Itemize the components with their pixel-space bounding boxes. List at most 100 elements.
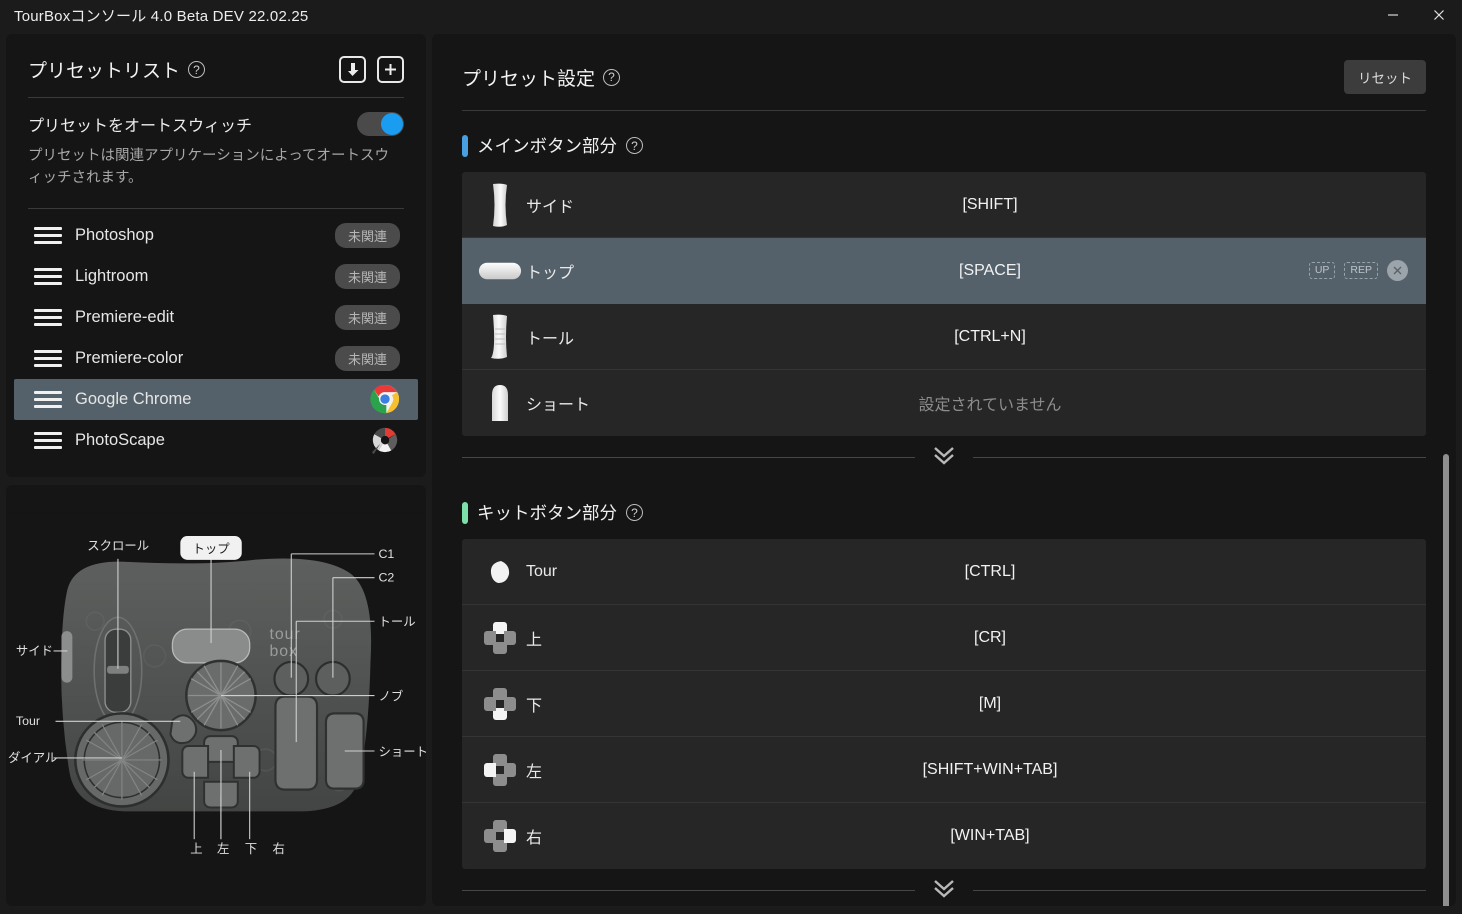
drag-handle-icon[interactable] xyxy=(34,390,62,409)
button-config-row[interactable]: 上 [CR] xyxy=(462,605,1426,671)
preset-list-item[interactable]: Premiere-edit 未関連 xyxy=(14,297,418,338)
label-side: サイド xyxy=(16,644,53,658)
button-binding-value[interactable]: [SPACE] xyxy=(572,262,1408,280)
dpad-down-icon xyxy=(484,687,516,720)
dpad-left-icon xyxy=(484,753,516,786)
label-tour: Tour xyxy=(16,714,40,728)
section-accent-bar xyxy=(462,501,468,524)
label-down: 下 xyxy=(245,842,257,856)
dpad-up-icon xyxy=(484,621,516,654)
preset-list-item[interactable]: Lightroom 未関連 xyxy=(14,256,418,297)
status-badge: 未関連 xyxy=(334,222,400,248)
help-icon[interactable]: ? xyxy=(626,504,643,521)
settings-divider xyxy=(462,110,1426,111)
autoswitch-toggle[interactable] xyxy=(357,112,404,136)
drag-handle-icon[interactable] xyxy=(34,431,62,450)
right-column: プリセット設定 ? リセット メインボタン部分 ? サイド [SHIFT] トッ… xyxy=(432,30,1462,914)
vertical-scrollbar[interactable] xyxy=(1443,454,1449,906)
tourbox-device-diagram: tour box スクロール C1 C2 サイド ノブ Tour トール ショー… xyxy=(6,512,426,879)
minimize-button[interactable] xyxy=(1370,0,1416,30)
drag-handle-icon[interactable] xyxy=(34,308,62,327)
import-preset-icon[interactable] xyxy=(339,56,366,83)
drag-handle-icon[interactable] xyxy=(34,349,62,368)
preset-list-panel: プリセットリスト ? プリセットをオートスウィッチ プリセットは関連アプリケーシ… xyxy=(6,34,426,477)
side-button-icon xyxy=(478,182,522,228)
device-side-button[interactable] xyxy=(61,631,73,683)
button-config-row[interactable]: 下 [M] xyxy=(462,671,1426,737)
preset-item-label: Premiere-edit xyxy=(75,307,175,326)
modifier-badge-rep[interactable]: REP xyxy=(1344,261,1378,280)
top-button-icon xyxy=(478,262,522,279)
tall-button-icon xyxy=(491,314,507,359)
dpad-right-icon xyxy=(484,820,516,852)
button-binding-value[interactable]: [SHIFT] xyxy=(572,196,1408,214)
device-dial[interactable] xyxy=(74,712,170,808)
button-config-row[interactable]: Tour [CTRL] xyxy=(462,539,1426,605)
label-right: 右 xyxy=(272,841,284,856)
close-button[interactable] xyxy=(1416,0,1462,30)
device-tour-button[interactable] xyxy=(169,714,198,745)
preset-item-label: Premiere-color xyxy=(75,348,184,367)
button-binding-value[interactable]: [SHIFT+WIN+TAB] xyxy=(572,761,1408,779)
button-config-row[interactable]: トップ [SPACE] UP REP xyxy=(462,238,1426,304)
dpad-left-icon xyxy=(478,750,522,790)
button-config-row[interactable]: 右 [WIN+TAB] xyxy=(462,803,1426,869)
drag-handle-icon[interactable] xyxy=(34,226,62,245)
status-badge: 未関連 xyxy=(334,304,400,330)
import-arrow-icon xyxy=(348,63,359,76)
button-config-row[interactable]: サイド [SHIFT] xyxy=(462,172,1426,238)
drag-handle-icon[interactable] xyxy=(34,267,62,286)
chevron-double-down-icon[interactable] xyxy=(915,876,973,904)
button-binding-value[interactable]: [WIN+TAB] xyxy=(572,827,1408,845)
preset-list-item[interactable]: Photoshop 未関連 xyxy=(14,215,418,256)
button-config-row[interactable]: ショート 設定されていません xyxy=(462,370,1426,436)
button-binding-value[interactable]: [CTRL+N] xyxy=(572,328,1408,346)
preset-header-actions xyxy=(339,56,404,83)
dpad-right-icon xyxy=(478,816,522,856)
section-title: キットボタン部分 xyxy=(477,503,617,523)
button-config-row[interactable]: 左 [SHIFT+WIN+TAB] xyxy=(462,737,1426,803)
reset-button[interactable]: リセット xyxy=(1344,60,1426,94)
button-rows: サイド [SHIFT] トップ [SPACE] UP REP トール [CTRL… xyxy=(462,172,1426,436)
status-badge: 未関連 xyxy=(334,263,400,289)
preset-item-label: Google Chrome xyxy=(75,389,192,408)
clear-binding-button[interactable] xyxy=(1387,260,1408,281)
section-header: キットボタン部分 ? xyxy=(462,500,1426,525)
preset-list-item[interactable]: PhotoScape xyxy=(14,420,418,461)
help-icon[interactable]: ? xyxy=(626,137,643,154)
button-binding-value[interactable]: [CTRL] xyxy=(572,563,1408,581)
preset-list-title-group: プリセットリスト ? xyxy=(28,56,206,83)
toggle-knob xyxy=(381,113,403,135)
expand-section-divider[interactable] xyxy=(462,436,1426,478)
dpad-down-icon xyxy=(478,684,522,724)
button-binding-value[interactable]: 設定されていません xyxy=(572,391,1408,415)
chrome-icon xyxy=(370,385,400,414)
top-button-icon xyxy=(478,259,522,283)
side-button-icon xyxy=(493,183,507,227)
minimize-icon xyxy=(1388,14,1398,16)
autoswitch-row: プリセットをオートスウィッチ xyxy=(28,112,404,136)
button-binding-value[interactable]: [CR] xyxy=(572,629,1408,647)
help-icon[interactable]: ? xyxy=(603,68,621,86)
window-controls xyxy=(1370,0,1462,30)
workspace: プリセットリスト ? プリセットをオートスウィッチ プリセットは関連アプリケーシ… xyxy=(0,30,1462,914)
preset-list-item[interactable]: Google Chrome xyxy=(14,378,418,420)
expand-section-divider[interactable] xyxy=(462,869,1426,906)
label-short: ショート xyxy=(378,745,426,759)
label-knob: ノブ xyxy=(378,688,403,703)
row-actions: UP REP xyxy=(1308,260,1408,281)
label-top: トップ xyxy=(192,542,230,556)
add-preset-icon[interactable] xyxy=(377,56,404,83)
preset-item-label: Lightroom xyxy=(75,266,149,285)
photoscape-icon xyxy=(371,428,398,455)
tour-button-icon xyxy=(490,560,510,583)
help-icon[interactable]: ? xyxy=(188,61,206,78)
button-config-row[interactable]: トール [CTRL+N] xyxy=(462,304,1426,370)
preset-list-item[interactable]: Premiere-color 未関連 xyxy=(14,338,418,379)
button-rows: Tour [CTRL] 上 [CR] 下 [M] 左 [SHIFT+WIN+TA… xyxy=(462,539,1426,869)
chevron-double-down-icon[interactable] xyxy=(915,443,973,471)
title-bar: TourBoxコンソール 4.0 Beta DEV 22.02.25 xyxy=(0,0,1462,30)
button-binding-value[interactable]: [M] xyxy=(572,695,1408,713)
preset-item-label: Photoshop xyxy=(75,225,154,244)
modifier-badge-up[interactable]: UP xyxy=(1308,261,1336,280)
